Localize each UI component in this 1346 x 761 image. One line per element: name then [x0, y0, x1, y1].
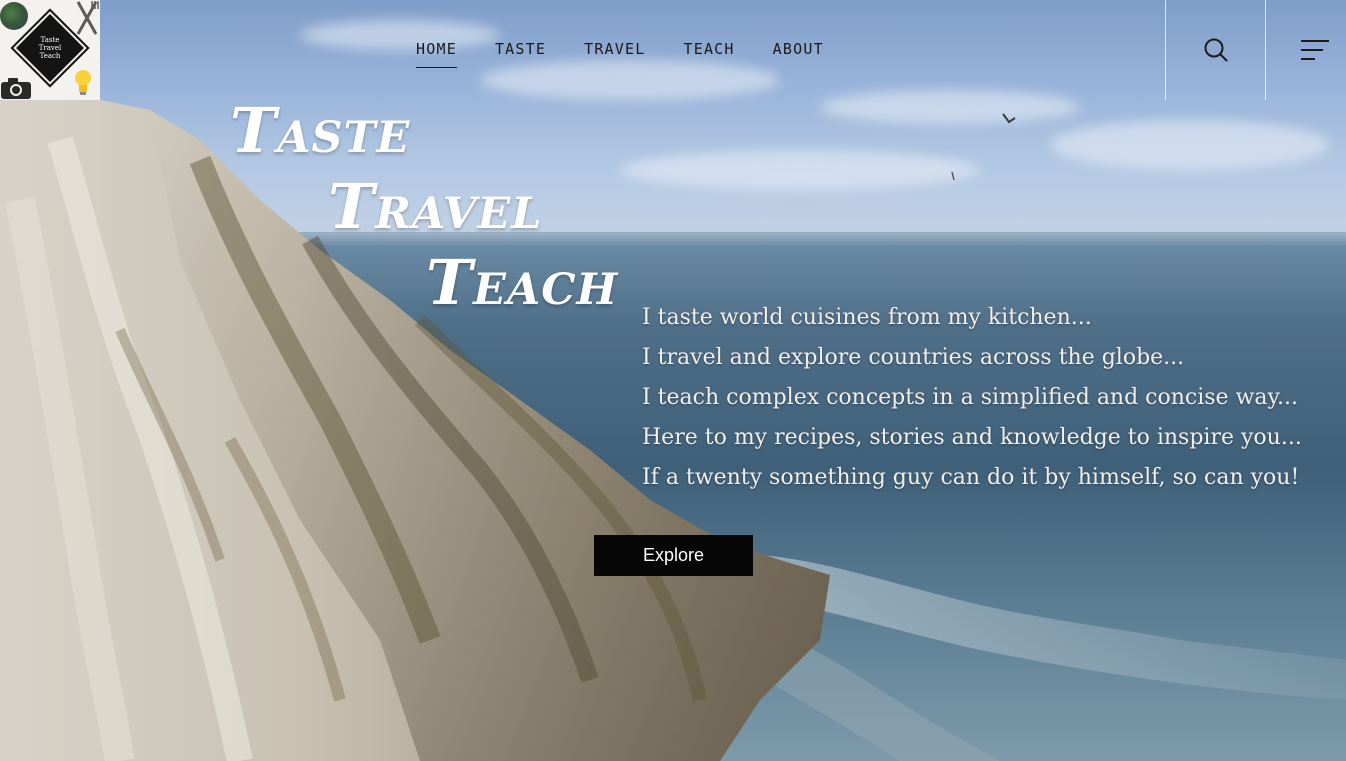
tagline-line: I taste world cuisines from my kitchen..… [642, 305, 1092, 330]
search-icon [1204, 38, 1228, 62]
lightbulb-icon [72, 68, 94, 98]
menu-button[interactable] [1292, 30, 1338, 70]
logo-text-line: Teach [39, 52, 61, 60]
explore-button[interactable]: Explore [594, 535, 753, 576]
nav-item-travel[interactable]: TRAVEL [584, 38, 645, 68]
logo-text: Taste Travel Teach [18, 36, 82, 60]
logo-text-line: Taste [40, 36, 60, 44]
hero-title-line: Teach [426, 246, 619, 319]
hero-title-line: Travel [328, 170, 543, 243]
camera-icon [0, 76, 32, 100]
nav-item-about[interactable]: ABOUT [773, 38, 824, 68]
tagline-line: Here to my recipes, stories and knowledg… [642, 425, 1302, 450]
header-divider [1265, 0, 1266, 100]
site-logo[interactable]: Taste Travel Teach [0, 0, 100, 100]
nav-item-taste[interactable]: TASTE [495, 38, 546, 68]
globe-icon [0, 2, 28, 30]
nav-item-teach[interactable]: TEACH [683, 38, 734, 68]
tagline-line: If a twenty something guy can do it by h… [642, 465, 1300, 490]
logo-text-line: Travel [38, 44, 62, 52]
search-button[interactable] [1196, 30, 1236, 70]
header-divider [1165, 0, 1166, 100]
tagline-line: I teach complex concepts in a simplified… [642, 385, 1299, 410]
hero-title-line: Taste [230, 94, 411, 167]
tagline-line: I travel and explore countries across th… [642, 345, 1185, 370]
nav-item-home[interactable]: HOME [416, 38, 457, 68]
menu-icon [1301, 40, 1329, 60]
tagline: I taste world cuisines from my kitchen..… [642, 298, 1302, 498]
main-navigation: HOME TASTE TRAVEL TEACH ABOUT [416, 38, 862, 68]
fork-knife-icon [74, 0, 100, 36]
